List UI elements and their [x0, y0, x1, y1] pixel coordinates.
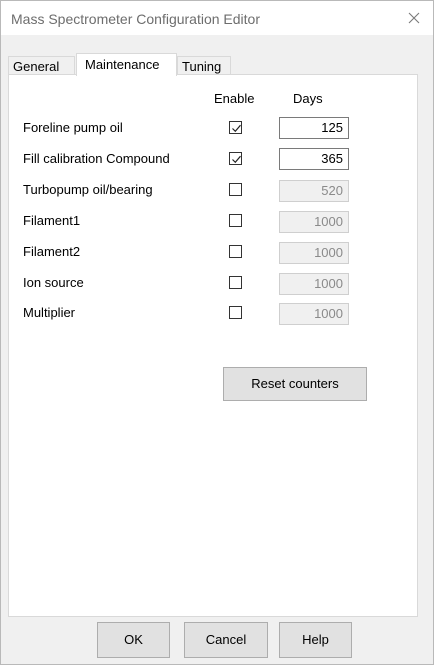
config-editor-window: Mass Spectrometer Configuration Editor G… [0, 0, 434, 665]
days-input-ion-source: 1000 [279, 273, 349, 295]
maintenance-item-label: Filament1 [23, 213, 81, 228]
maintenance-item-label: Filament2 [23, 244, 81, 259]
enable-checkbox-filament2[interactable] [229, 245, 242, 258]
tab-tuning[interactable]: Tuning [177, 56, 231, 75]
ok-button[interactable]: OK [97, 622, 170, 658]
window-title: Mass Spectrometer Configuration Editor [11, 11, 260, 27]
checkmark-icon [232, 155, 241, 164]
days-input-multiplier: 1000 [279, 303, 349, 325]
days-input-foreline-pump-oil[interactable]: 125 [279, 117, 349, 139]
maintenance-item-label: Turbopump oil/bearing [23, 182, 153, 197]
title-bar: Mass Spectrometer Configuration Editor [1, 1, 433, 35]
enable-checkbox-ion-source[interactable] [229, 276, 242, 289]
help-button[interactable]: Help [279, 622, 352, 658]
maintenance-item-label: Multiplier [23, 305, 76, 320]
enable-checkbox-multiplier[interactable] [229, 306, 242, 319]
checkmark-icon [232, 124, 241, 133]
days-column-header: Days [293, 91, 323, 106]
cancel-button[interactable]: Cancel [184, 622, 268, 658]
enable-checkbox-foreline-pump-oil[interactable] [229, 121, 242, 134]
enable-checkbox-fill-calibration-compound[interactable] [229, 152, 242, 165]
close-button[interactable] [395, 1, 433, 35]
tab-general[interactable]: General [8, 56, 75, 75]
enable-checkbox-turbopump-oil-bearing[interactable] [229, 183, 242, 196]
maintenance-item-label: Fill calibration Compound [23, 151, 170, 166]
days-input-filament1: 1000 [279, 211, 349, 233]
days-input-turbopump-oil-bearing: 520 [279, 180, 349, 202]
days-input-filament2: 1000 [279, 242, 349, 264]
maintenance-item-label: Foreline pump oil [23, 120, 123, 135]
reset-counters-button[interactable]: Reset counters [223, 367, 367, 401]
maintenance-item-label: Ion source [23, 275, 84, 290]
close-icon [408, 12, 420, 24]
days-input-fill-calibration-compound[interactable]: 365 [279, 148, 349, 170]
tab-maintenance[interactable]: Maintenance [76, 53, 177, 76]
enable-checkbox-filament1[interactable] [229, 214, 242, 227]
enable-column-header: Enable [214, 91, 255, 106]
